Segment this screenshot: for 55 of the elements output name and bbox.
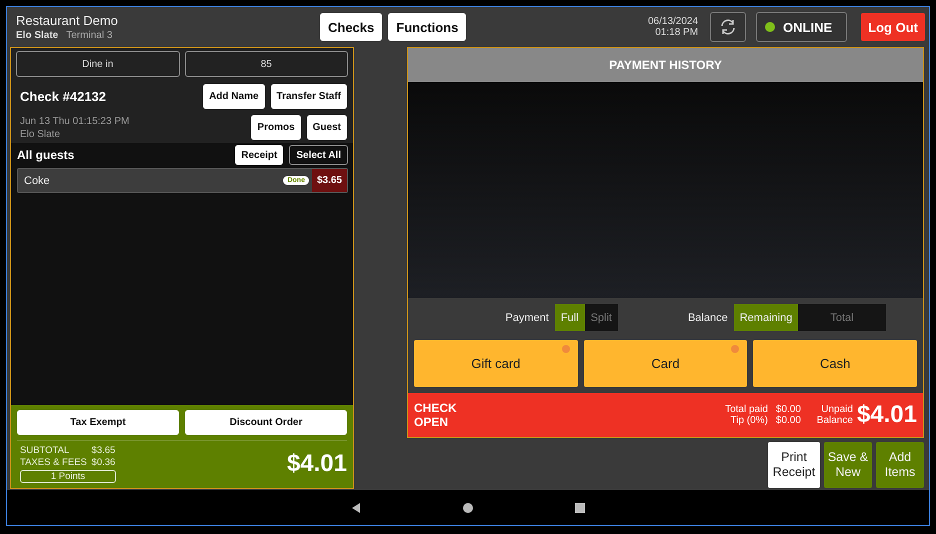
order-action-button[interactable]: Tax Exempt [17,410,179,435]
refresh-icon [719,18,738,36]
order-total: $4.01 [286,450,347,478]
item-name: Coke [23,174,51,186]
back-icon[interactable] [350,502,362,514]
check-status: CHECK OPEN [414,401,458,429]
segment-option[interactable]: Remaining [734,304,798,331]
bottom-action-button[interactable]: Add Items [876,442,924,488]
total-value: $3.65 [92,445,116,456]
payment-history-title: PAYMENT HISTORY [408,48,923,82]
total-value: $0.36 [92,457,116,468]
check-action-button[interactable]: Transfer Staff [270,84,347,109]
unpaid-label: Unpaid Balance [816,404,853,426]
terminal-name: Terminal 3 [66,30,112,41]
summary-value: $0.00 [776,415,801,426]
total-label: TAXES & FEES [20,457,88,468]
payment-method-button[interactable]: Cash [753,340,918,387]
home-icon[interactable] [462,502,474,514]
restaurant-name: Restaurant Demo [16,13,119,28]
check-action-button[interactable]: Add Name [203,84,265,109]
nav-button[interactable]: Checks [320,13,382,41]
order-field[interactable]: 85 [184,51,348,77]
toggle-label: Payment [505,312,549,324]
unpaid-balance: $4.01 [856,401,917,429]
date-text: 06/13/2024 [648,16,698,27]
connection-status[interactable]: ONLINE [756,12,848,42]
nav-button[interactable]: Functions [388,13,466,41]
check-action-button[interactable]: Guest [306,115,347,140]
segment-option[interactable]: Full [554,304,585,331]
recents-icon[interactable] [574,502,586,514]
item-price: $3.65 [312,169,347,192]
sync-button[interactable] [710,12,746,42]
device-name: Elo Slate [16,30,58,41]
payment-method-button[interactable]: Card [584,340,748,387]
logout-button[interactable]: Log Out [861,13,925,41]
order-action-button[interactable]: Discount Order [185,410,347,435]
total-label: SUBTOTAL [20,445,70,456]
toggle-label: Balance [688,312,728,324]
check-action-button[interactable]: Promos [251,115,301,140]
summary-label: Tip (0%) [729,415,768,426]
status-text: ONLINE [783,20,832,34]
payment-method-button[interactable]: Gift card [414,340,578,387]
check-timestamp: Jun 13 Thu 01:15:23 PM [20,116,130,126]
guests-title: All guests [17,148,74,162]
check-title: Check #42132 [20,89,106,104]
staff-name: Elo Slate [20,128,62,140]
guest-list-action[interactable]: Select All [289,145,348,165]
points-badge[interactable]: 1 Points [20,470,116,483]
bottom-action-button[interactable]: Save & New [824,442,872,488]
order-field[interactable]: Dine in [16,51,180,77]
guest-list-action[interactable]: Receipt [235,145,284,165]
summary-label: Total paid [725,404,768,415]
summary-value: $0.00 [776,404,801,415]
time-text: 01:18 PM [654,27,698,38]
bottom-action-button[interactable]: Print Receipt [768,442,820,488]
